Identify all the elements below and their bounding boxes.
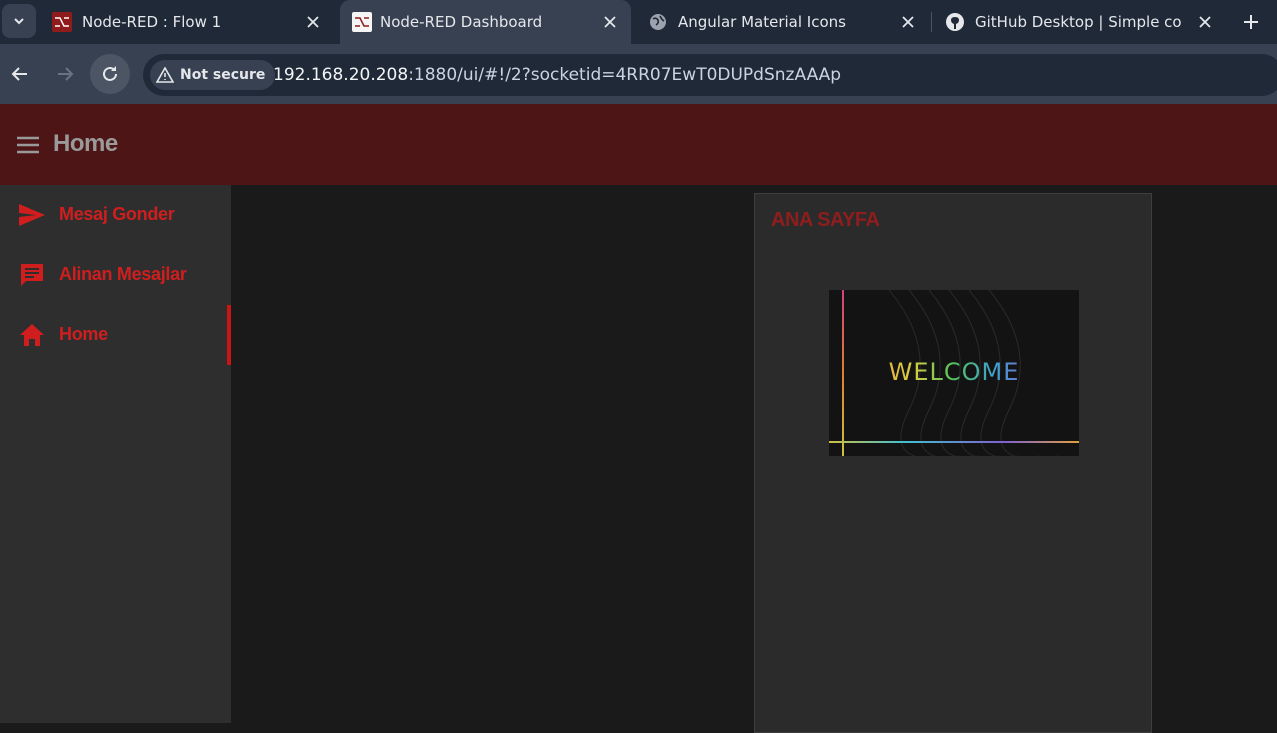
main-content: ANA SAYFA WELCOME [231, 185, 1277, 733]
group-title: ANA SAYFA [771, 209, 880, 231]
globe-icon [648, 12, 668, 32]
close-icon[interactable] [897, 11, 919, 33]
url-path: :1880/ui/#!/2?socketid=4RR07EwT0DUPdSnzA… [408, 65, 842, 85]
tab-title: Angular Material Icons [678, 13, 846, 31]
menu-icon[interactable] [16, 136, 40, 154]
warning-icon [156, 67, 174, 83]
node-red-icon [352, 12, 372, 32]
github-icon [945, 12, 965, 32]
security-label: Not secure [180, 67, 266, 83]
tab-title: Node-RED : Flow 1 [82, 13, 222, 31]
arrow-left-icon [11, 67, 27, 81]
chevron-down-icon [14, 18, 24, 25]
node-red-icon [52, 12, 72, 32]
reload-button[interactable] [90, 54, 130, 94]
browser-toolbar: Not secure 192.168.20.208:1880/ui/#!/2?s… [0, 44, 1277, 104]
reload-icon [103, 66, 117, 81]
group-card-ana-sayfa: ANA SAYFA WELCOME [754, 193, 1152, 733]
new-tab-button[interactable] [1238, 9, 1264, 35]
message-icon [18, 263, 46, 287]
sidebar-item-home[interactable]: Home [0, 305, 231, 365]
sidebar-item-mesaj-gonder[interactable]: Mesaj Gonder [0, 185, 231, 245]
sidebar-item-label: Mesaj Gonder [59, 204, 175, 224]
browser-tab-strip: Node-RED : Flow 1 Node-RED Dashboard Ang… [0, 0, 1277, 44]
sidebar: Mesaj Gonder Alinan Mesajlar Home [0, 185, 231, 723]
close-icon[interactable] [302, 11, 324, 33]
forward-button[interactable] [45, 54, 85, 94]
close-icon[interactable] [1194, 11, 1216, 33]
home-icon [18, 323, 46, 347]
welcome-text: WELCOME [829, 358, 1079, 386]
browser-tab[interactable]: Angular Material Icons [636, 0, 928, 44]
plus-icon [1244, 15, 1258, 29]
welcome-image: WELCOME [829, 290, 1079, 456]
tab-title: Node-RED Dashboard [380, 13, 543, 31]
url-host: 192.168.20.208 [273, 65, 409, 85]
back-button[interactable] [0, 54, 40, 94]
dashboard-header: Home [0, 104, 1277, 185]
browser-tab[interactable]: Node-RED : Flow 1 [40, 0, 335, 44]
close-icon[interactable] [599, 11, 621, 33]
url-text[interactable]: 192.168.20.208:1880/ui/#!/2?socketid=4RR… [273, 64, 841, 86]
sidebar-item-label: Alinan Mesajlar [59, 264, 187, 284]
address-bar[interactable]: Not secure 192.168.20.208:1880/ui/#!/2?s… [143, 54, 1277, 96]
sidebar-item-label: Home [59, 324, 108, 344]
send-icon [18, 203, 46, 227]
sidebar-item-alinan-mesajlar[interactable]: Alinan Mesajlar [0, 245, 231, 305]
browser-tab-active[interactable]: Node-RED Dashboard [340, 0, 631, 44]
tab-title: GitHub Desktop | Simple collab [975, 13, 1183, 31]
page-title: Home [53, 130, 118, 157]
site-info-button[interactable]: Not secure [150, 60, 276, 90]
tab-separator [931, 12, 932, 32]
arrow-right-icon [58, 67, 74, 81]
tab-search-button[interactable] [2, 4, 36, 38]
browser-tab[interactable]: GitHub Desktop | Simple collab [933, 0, 1229, 44]
